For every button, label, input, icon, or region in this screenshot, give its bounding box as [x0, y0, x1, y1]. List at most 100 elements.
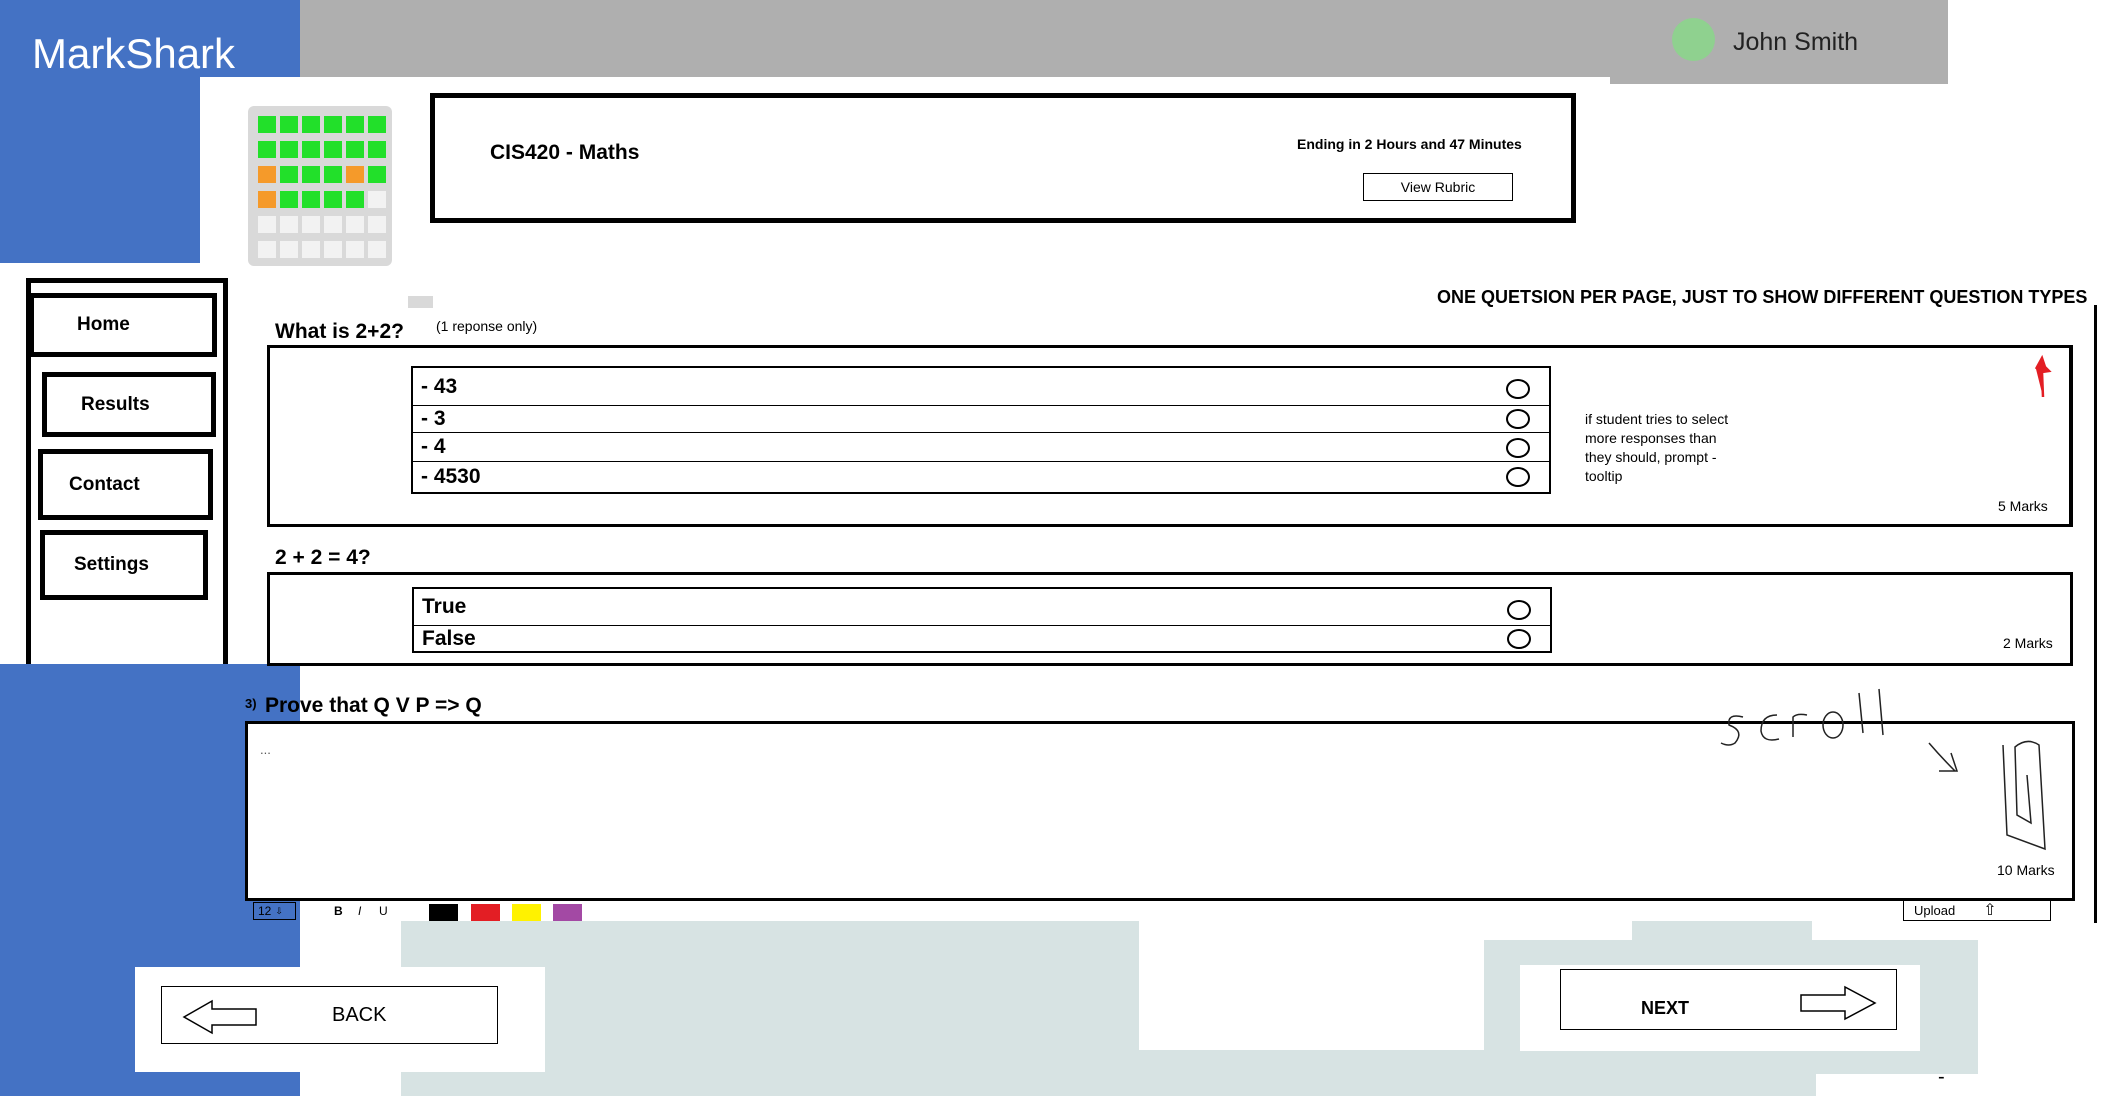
- color-swatch-red[interactable]: [471, 904, 500, 921]
- option-label: - 4: [421, 435, 446, 458]
- progress-cell: [280, 166, 298, 183]
- italic-button[interactable]: I: [358, 904, 361, 918]
- progress-cell: [346, 191, 364, 208]
- sidebar-item-label: Contact: [69, 473, 140, 495]
- question-3-prompt: Prove that Q V P => Q: [265, 694, 482, 717]
- progress-cell: [346, 216, 364, 233]
- app-logo-text: MarkShark: [32, 30, 236, 77]
- arrow-right-icon: [1800, 985, 1877, 1021]
- progress-cell: [324, 166, 342, 183]
- progress-cell: [280, 116, 298, 133]
- progress-cell: [324, 141, 342, 158]
- upload-button[interactable]: Upload ⇧: [1903, 899, 2051, 921]
- sidebar-item-home[interactable]: Home: [29, 293, 217, 357]
- color-swatch-purple[interactable]: [553, 904, 582, 921]
- option-row[interactable]: - 43: [411, 366, 1551, 406]
- option-label: - 3: [421, 407, 446, 430]
- radio-button[interactable]: [1506, 438, 1530, 458]
- progress-cell: [346, 166, 364, 183]
- progress-cell: [368, 141, 386, 158]
- underline-button[interactable]: U: [379, 904, 388, 918]
- footer-block-strip: [1632, 921, 1812, 941]
- small-gray-tab: [408, 296, 433, 308]
- question-3-marks: 10 Marks: [1997, 862, 2055, 878]
- next-label: NEXT: [1641, 998, 1690, 1018]
- question-2-marks: 2 Marks: [2003, 635, 2053, 651]
- color-swatch-black[interactable]: [429, 904, 458, 921]
- progress-cell: [368, 116, 386, 133]
- back-button[interactable]: BACK: [161, 986, 498, 1044]
- radio-button[interactable]: [1506, 409, 1530, 429]
- option-row[interactable]: - 4530: [411, 461, 1551, 494]
- option-row[interactable]: - 3: [411, 405, 1551, 433]
- back-label: BACK: [332, 1004, 387, 1026]
- question-2-prompt: 2 + 2 = 4?: [275, 546, 371, 569]
- footer-dash: -: [1938, 1066, 1945, 1088]
- user-name[interactable]: John Smith: [1733, 28, 1858, 57]
- sidebar-item-label: Home: [77, 314, 130, 335]
- progress-cell: [324, 241, 342, 258]
- page-notice: ONE QUETSION PER PAGE, JUST TO SHOW DIFF…: [1437, 287, 2088, 307]
- progress-cell: [346, 141, 364, 158]
- progress-cell: [346, 241, 364, 258]
- option-row[interactable]: False: [412, 625, 1552, 653]
- sidebar-item-label: Results: [81, 393, 150, 415]
- progress-cell: [258, 141, 276, 158]
- progress-cell: [258, 216, 276, 233]
- chevron-down-icon: ⇩: [275, 905, 283, 916]
- editor-toolbar: 12 ⇩ B I U Upload ⇧: [245, 899, 2075, 921]
- option-label: False: [422, 626, 476, 650]
- progress-cell: [324, 216, 342, 233]
- option-row[interactable]: True: [412, 587, 1552, 626]
- progress-cell: [368, 216, 386, 233]
- progress-cell: [302, 116, 320, 133]
- radio-button[interactable]: [1506, 379, 1530, 399]
- progress-cell: [324, 191, 342, 208]
- question-1-marks: 5 Marks: [1998, 498, 2048, 514]
- radio-button[interactable]: [1507, 629, 1531, 649]
- option-label: - 4530: [421, 465, 481, 488]
- progress-cell: [280, 191, 298, 208]
- progress-cell: [258, 191, 276, 208]
- progress-cell: [324, 116, 342, 133]
- progress-cell: [302, 166, 320, 183]
- sidebar-item-settings[interactable]: Settings: [40, 530, 208, 600]
- progress-cell: [368, 166, 386, 183]
- progress-cell: [302, 241, 320, 258]
- exam-header-card: CIS420 - Maths Ending in 2 Hours and 47 …: [430, 93, 1576, 223]
- option-label: - 43: [421, 374, 458, 398]
- arrow-left-icon: [182, 999, 257, 1035]
- next-button[interactable]: NEXT: [1560, 969, 1897, 1030]
- progress-cell: [302, 141, 320, 158]
- upload-arrow-icon: ⇧: [1983, 902, 1997, 919]
- progress-cell: [258, 116, 276, 133]
- progress-cell: [368, 241, 386, 258]
- font-size-select[interactable]: 12 ⇩: [253, 902, 296, 920]
- radio-button[interactable]: [1507, 600, 1531, 620]
- color-swatch-yellow[interactable]: [512, 904, 541, 921]
- progress-cell: [346, 116, 364, 133]
- pin-icon: [2034, 355, 2052, 398]
- bold-button[interactable]: B: [334, 904, 343, 918]
- exam-timer: Ending in 2 Hours and 47 Minutes: [1297, 136, 1522, 152]
- answer-placeholder: ...: [260, 742, 271, 757]
- question-3-number: 3): [245, 696, 257, 711]
- sidebar-item-results[interactable]: Results: [42, 372, 216, 437]
- sidebar-item-contact[interactable]: Contact: [38, 449, 213, 520]
- footer-white-gap: [1139, 921, 1484, 1050]
- option-row[interactable]: - 4: [411, 432, 1551, 462]
- progress-cell: [258, 166, 276, 183]
- question-1-hint: (1 reponse only): [436, 318, 538, 334]
- avatar[interactable]: [1672, 18, 1715, 61]
- radio-button[interactable]: [1506, 467, 1530, 487]
- footer-block-bottom: [1139, 1050, 1816, 1096]
- progress-cell: [302, 216, 320, 233]
- question-1-note: if student tries to select more response…: [1585, 411, 1729, 484]
- content-scrollbar[interactable]: [2094, 305, 2097, 923]
- view-rubric-button[interactable]: View Rubric: [1363, 173, 1513, 201]
- exam-title: CIS420 - Maths: [490, 141, 640, 164]
- progress-grid: [248, 106, 392, 266]
- question-2-bottom-rule: [267, 663, 2073, 666]
- progress-cell: [258, 241, 276, 258]
- question-1-prompt: What is 2+2?: [275, 320, 404, 343]
